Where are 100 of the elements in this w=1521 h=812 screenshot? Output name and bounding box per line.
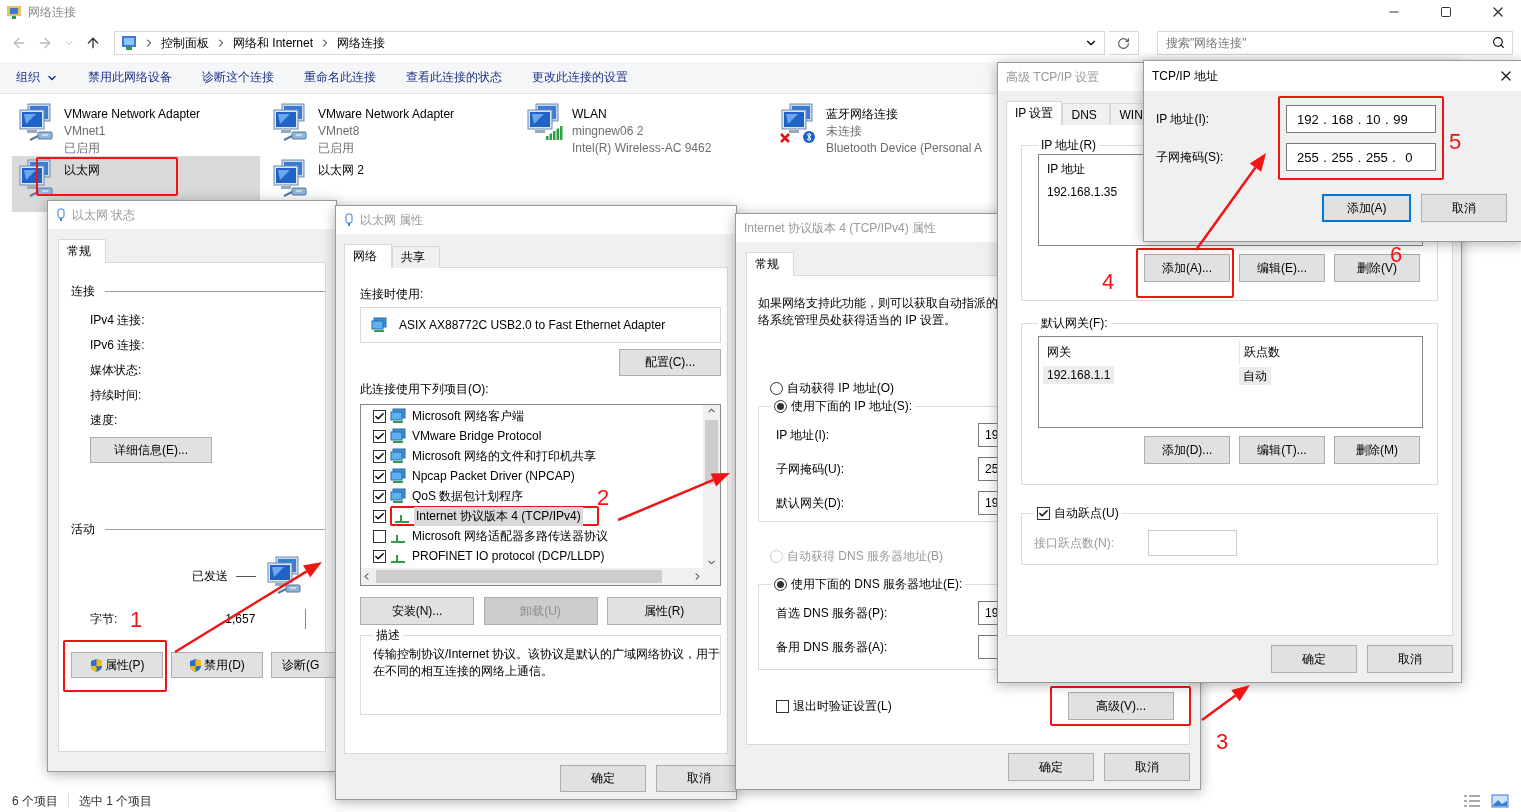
breadcrumb[interactable]: 网络连接 xyxy=(337,34,386,52)
dialog-button[interactable]: 添加(D)... xyxy=(1144,436,1230,464)
shield-icon xyxy=(189,657,203,673)
checkbox[interactable] xyxy=(373,449,386,463)
item-label: PROFINET IO protocol (DCP/LLDP) xyxy=(411,548,606,564)
checkbox[interactable] xyxy=(373,429,386,443)
advanced-button[interactable]: 高级(V)... xyxy=(1068,692,1174,720)
search-field[interactable]: 搜索"网络连接" xyxy=(1157,31,1513,55)
toolbar-button[interactable]: 查看此连接的状态 xyxy=(398,63,510,92)
vertical-scrollbar[interactable] xyxy=(703,405,720,568)
checkbox[interactable] xyxy=(373,509,386,523)
dialog-button[interactable]: 取消 xyxy=(1421,194,1507,222)
step-number: 3 xyxy=(1216,730,1229,754)
column-header: 跃点数 xyxy=(1239,341,1418,364)
back-icon xyxy=(11,35,27,51)
refresh-button[interactable] xyxy=(1109,31,1139,55)
connection-detail: 未连接 xyxy=(826,123,863,140)
tab[interactable]: 共享 xyxy=(392,246,440,268)
dialog-button[interactable]: 诊断(G xyxy=(271,652,336,678)
item-label: Npcap Packet Driver (NPCAP) xyxy=(411,468,576,484)
field-label: IPv6 连接: xyxy=(90,337,145,354)
toolbar-button[interactable]: 更改此连接的设置 xyxy=(524,63,636,92)
toolbar-button[interactable]: 重命名此连接 xyxy=(296,63,384,92)
radio-option[interactable]: 使用下面的 DNS 服务器地址(E): xyxy=(774,572,963,596)
connection-item[interactable]: VMware Network Adapter VMnet8 已启用 xyxy=(266,100,459,156)
list-item[interactable]: PROFINET IO protocol (DCP/LLDP) xyxy=(373,546,607,566)
control-panel-icon xyxy=(121,35,137,51)
large-icons-view-icon xyxy=(1491,794,1509,808)
toolbar-button[interactable]: 禁用此网络设备 xyxy=(80,63,180,92)
field-label: IPv4 连接: xyxy=(90,312,145,329)
tab[interactable]: DNS xyxy=(1062,103,1111,125)
dialog-button[interactable]: 确定 xyxy=(1271,645,1357,673)
list-item[interactable]: VMware Bridge Protocol xyxy=(373,426,544,446)
dialog-button[interactable]: 安装(N)... xyxy=(360,597,474,625)
sent-label: 已发送 xyxy=(192,567,228,585)
details-button[interactable]: 详细信息(E)... xyxy=(90,437,212,463)
dialog-button[interactable]: 编辑(E)... xyxy=(1239,254,1325,282)
checkbox[interactable] xyxy=(373,409,386,423)
adapter-icon xyxy=(56,208,66,222)
checkbox-option[interactable]: 自动跃点(U) xyxy=(1037,501,1119,525)
field-label: 媒体状态: xyxy=(90,362,142,379)
connection-item[interactable]: 以太网 2 xyxy=(266,156,368,212)
checkbox[interactable] xyxy=(373,469,386,483)
dialog-button[interactable]: 确定 xyxy=(1008,753,1094,781)
toolbar-button[interactable]: 诊断这个连接 xyxy=(194,63,282,92)
dialog-button[interactable]: 添加(A) xyxy=(1322,194,1411,222)
window-title: TCP/IP 地址 xyxy=(1152,67,1218,85)
horizontal-scrollbar[interactable] xyxy=(361,568,720,585)
tab[interactable]: 网络 xyxy=(344,244,392,268)
dialog-button[interactable]: 禁用(D) xyxy=(171,652,263,678)
search-icon xyxy=(1492,36,1505,49)
checkbox[interactable] xyxy=(776,699,789,713)
connection-detail: 已启用 xyxy=(64,140,101,157)
connection-name: 蓝牙网络连接 xyxy=(826,106,899,123)
dialog-button[interactable]: 删除(M) xyxy=(1334,436,1420,464)
list-item[interactable]: Microsoft 网络适配器多路传送器协议 xyxy=(373,526,610,546)
tab[interactable]: 常规 xyxy=(58,239,106,263)
dialog-button[interactable]: 取消 xyxy=(1367,645,1453,673)
dialog-button[interactable]: 取消 xyxy=(656,765,736,792)
connection-item[interactable]: 蓝牙网络连接 未连接 Bluetooth Device (Personal A xyxy=(774,100,987,156)
column-header: IP 地址 xyxy=(1047,162,1086,176)
ip-address-field[interactable]: 192 . 168 . 10 . 99 xyxy=(1286,105,1436,133)
ip-address-field[interactable]: 255 . 255 . 255 . 0 xyxy=(1286,143,1436,171)
list-item[interactable]: Microsoft 网络客户端 xyxy=(373,406,526,426)
checkbox[interactable] xyxy=(373,549,386,563)
protocol-icon xyxy=(395,515,409,523)
checkbox[interactable] xyxy=(373,489,386,503)
annotation-arrow xyxy=(1201,685,1250,721)
connection-item[interactable]: VMware Network Adapter VMnet1 已启用 xyxy=(12,100,205,156)
checkbox-option[interactable]: 退出时验证设置(L) xyxy=(776,694,892,718)
selection-count: 选中 1 个项目 xyxy=(79,792,153,810)
configure-button[interactable]: 配置(C)... xyxy=(619,349,721,376)
checkbox[interactable] xyxy=(373,529,386,543)
breadcrumb[interactable]: 控制面板 xyxy=(161,34,209,52)
field-label: 速度: xyxy=(90,412,118,429)
dialog-button[interactable]: 取消 xyxy=(1104,753,1190,781)
connection-item[interactable]: WLAN mingnew06 2 Intel(R) Wireless-AC 9462 xyxy=(520,100,716,156)
checkbox[interactable] xyxy=(1037,506,1050,520)
tab[interactable]: IP 设置 xyxy=(1006,101,1063,125)
tab[interactable]: 常规 xyxy=(746,252,794,276)
dialog-button[interactable]: 属性(R) xyxy=(607,597,721,625)
network-adapter-icon xyxy=(16,158,56,200)
radio-option[interactable]: 使用下面的 IP 地址(S): xyxy=(774,394,913,418)
dialog-button[interactable]: 添加(A)... xyxy=(1144,254,1230,282)
list-item[interactable]: Microsoft 网络的文件和打印机共享 xyxy=(373,446,598,466)
protocol-icon xyxy=(391,535,405,543)
toolbar-button[interactable]: 组织 xyxy=(8,63,66,92)
item-label: Microsoft 网络客户端 xyxy=(411,407,525,425)
dialog-button[interactable]: 属性(P) xyxy=(71,652,163,678)
item-count: 6 个项目 xyxy=(12,792,58,810)
dialog-button[interactable]: 确定 xyxy=(560,765,646,792)
address-bar[interactable]: 控制面板 网络和 Internet 网络连接 xyxy=(114,31,1105,55)
list-item[interactable]: QoS 数据包计划程序 xyxy=(373,486,526,506)
list-item[interactable]: Npcap Packet Driver (NPCAP) xyxy=(373,466,577,486)
list-item[interactable]: Internet 协议版本 4 (TCP/IPv4) xyxy=(373,506,599,526)
item-label: Microsoft 网络适配器多路传送器协议 xyxy=(411,527,609,545)
group-label: 活动 xyxy=(71,521,95,538)
breadcrumb[interactable]: 网络和 Internet xyxy=(233,34,314,52)
connection-detail: Intel(R) Wireless-AC 9462 xyxy=(572,140,712,157)
dialog-button[interactable]: 编辑(T)... xyxy=(1239,436,1325,464)
